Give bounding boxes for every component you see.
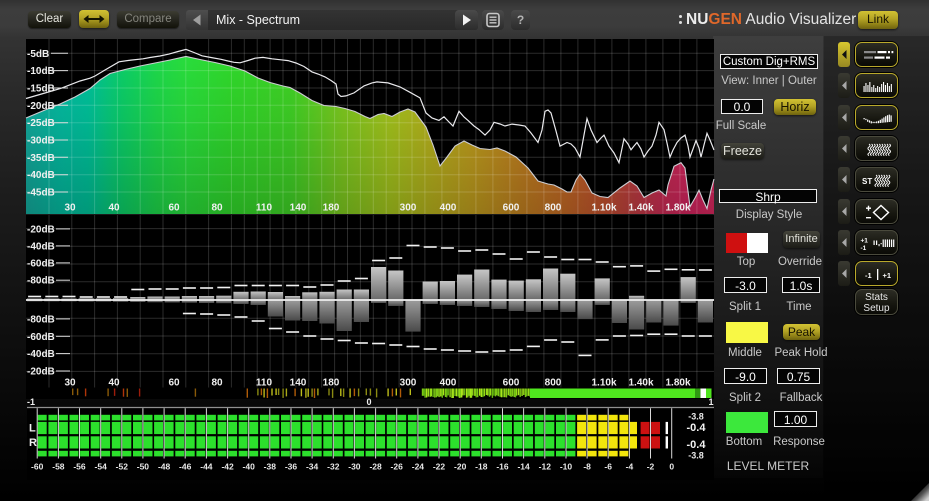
svg-text:-25dB: -25dB xyxy=(27,118,55,129)
svg-text:-40dB: -40dB xyxy=(27,241,55,252)
svg-text:-30dB: -30dB xyxy=(27,136,55,147)
svg-text:-36: -36 xyxy=(285,462,298,472)
svg-text:800: 800 xyxy=(545,378,562,389)
svg-text:L: L xyxy=(29,423,36,435)
svg-text:400: 400 xyxy=(440,378,457,389)
svg-text:+1: +1 xyxy=(861,238,869,245)
svg-text:180: 180 xyxy=(323,378,340,389)
svg-text:-18: -18 xyxy=(475,462,488,472)
svg-text:-24: -24 xyxy=(412,462,425,472)
svg-text:-4: -4 xyxy=(626,462,634,472)
svg-text:0: 0 xyxy=(669,462,674,472)
svg-text:-46: -46 xyxy=(179,462,192,472)
svg-text:110: 110 xyxy=(256,378,273,389)
svg-text:-10dB: -10dB xyxy=(27,66,55,77)
svg-text:-5dB: -5dB xyxy=(27,49,49,60)
svg-text:40: 40 xyxy=(108,378,120,389)
svg-text:-32: -32 xyxy=(327,462,340,472)
svg-text:-8: -8 xyxy=(583,462,591,472)
svg-text:-14: -14 xyxy=(517,462,530,472)
svg-text:-20: -20 xyxy=(454,462,467,472)
svg-text:-6: -6 xyxy=(604,462,612,472)
svg-text:-15dB: -15dB xyxy=(27,84,55,95)
svg-text:1.80k: 1.80k xyxy=(665,203,690,214)
svg-text:300: 300 xyxy=(400,203,417,214)
svg-text:0: 0 xyxy=(366,397,371,407)
svg-text:-54: -54 xyxy=(95,462,108,472)
svg-text:-2: -2 xyxy=(647,462,655,472)
svg-text:-52: -52 xyxy=(116,462,129,472)
svg-text:-20dB: -20dB xyxy=(27,367,55,378)
svg-text:-40dB: -40dB xyxy=(27,170,55,181)
svg-text:40: 40 xyxy=(108,203,120,214)
svg-text:-20dB: -20dB xyxy=(27,224,55,235)
svg-text:-10: -10 xyxy=(560,462,573,472)
svg-text:-22: -22 xyxy=(433,462,446,472)
svg-text:-38: -38 xyxy=(264,462,277,472)
svg-text:80: 80 xyxy=(211,203,223,214)
svg-text:-58: -58 xyxy=(52,462,65,472)
svg-text:300: 300 xyxy=(400,378,417,389)
svg-text:-44: -44 xyxy=(200,462,213,472)
svg-text:-1: -1 xyxy=(865,271,872,280)
svg-text:-40dB: -40dB xyxy=(27,349,55,360)
svg-text:-60: -60 xyxy=(31,462,44,472)
svg-text:1.80k: 1.80k xyxy=(665,378,690,389)
svg-text:-80dB: -80dB xyxy=(27,314,55,325)
svg-text:1.40k: 1.40k xyxy=(628,203,653,214)
svg-text:-60dB: -60dB xyxy=(27,258,55,269)
svg-text:600: 600 xyxy=(503,378,520,389)
svg-text:-12: -12 xyxy=(539,462,552,472)
svg-text:600: 600 xyxy=(503,203,520,214)
svg-text:800: 800 xyxy=(545,203,562,214)
svg-text:1.40k: 1.40k xyxy=(628,378,653,389)
svg-text:-45dB: -45dB xyxy=(27,188,55,199)
svg-text:-28: -28 xyxy=(369,462,382,472)
svg-text:60: 60 xyxy=(168,378,180,389)
svg-text:-0.4: -0.4 xyxy=(687,422,707,434)
svg-text:60: 60 xyxy=(168,203,180,214)
svg-text:140: 140 xyxy=(290,203,307,214)
svg-text:-16: -16 xyxy=(496,462,509,472)
svg-text:140: 140 xyxy=(290,378,307,389)
svg-text:-3.8: -3.8 xyxy=(688,451,704,461)
svg-text:-20dB: -20dB xyxy=(27,101,55,112)
svg-text:-56: -56 xyxy=(73,462,86,472)
svg-text:1.10k: 1.10k xyxy=(591,203,616,214)
svg-text:-40: -40 xyxy=(243,462,256,472)
svg-text:-50: -50 xyxy=(137,462,150,472)
svg-text:-26: -26 xyxy=(391,462,404,472)
svg-text:-30: -30 xyxy=(348,462,361,472)
svg-text:-80dB: -80dB xyxy=(27,276,55,287)
svg-text:-60dB: -60dB xyxy=(27,332,55,343)
svg-text:30: 30 xyxy=(64,203,76,214)
svg-text:30: 30 xyxy=(64,378,76,389)
svg-text:-35dB: -35dB xyxy=(27,153,55,164)
svg-text:110: 110 xyxy=(256,203,273,214)
svg-text:80: 80 xyxy=(211,378,223,389)
svg-text:400: 400 xyxy=(440,203,457,214)
svg-text:R: R xyxy=(29,437,37,449)
svg-text:-34: -34 xyxy=(306,462,319,472)
svg-text:-48: -48 xyxy=(158,462,171,472)
svg-text:-42: -42 xyxy=(221,462,234,472)
svg-text:-1: -1 xyxy=(27,397,35,407)
svg-text:ST: ST xyxy=(862,177,872,186)
svg-text:-1: -1 xyxy=(861,245,867,252)
svg-text:1.10k: 1.10k xyxy=(591,378,616,389)
svg-text:-3.8: -3.8 xyxy=(688,412,704,422)
svg-text:180: 180 xyxy=(323,203,340,214)
svg-text:+1: +1 xyxy=(883,271,892,280)
